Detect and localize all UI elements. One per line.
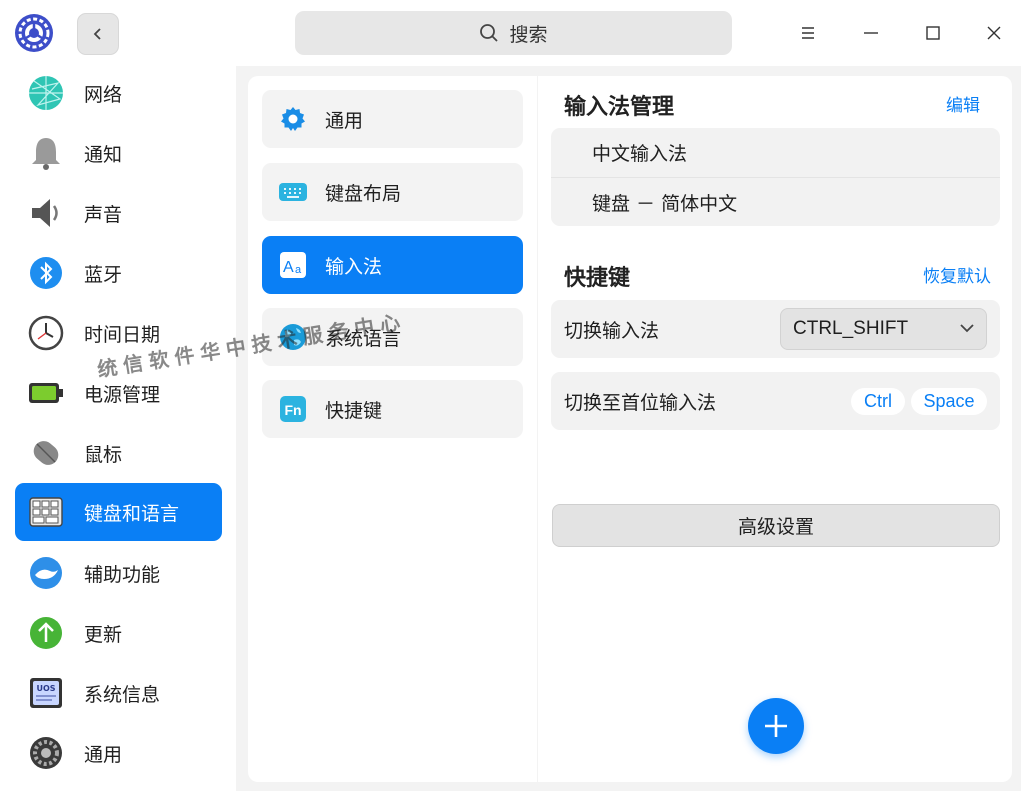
- battery-icon: [27, 374, 65, 412]
- general-icon: [27, 734, 65, 772]
- key-space[interactable]: Space: [911, 388, 987, 415]
- minimize-button[interactable]: [856, 18, 886, 48]
- list-item[interactable]: 键盘 － 简体中文: [551, 177, 1000, 226]
- svg-text:a: a: [295, 264, 302, 276]
- search-icon: [480, 24, 499, 42]
- keyboard-icon: [27, 493, 65, 531]
- add-input-method-button[interactable]: [748, 698, 804, 754]
- back-button[interactable]: [77, 13, 119, 55]
- submenu-item-label: 键盘布局: [325, 182, 402, 205]
- sidebar-item-system-info[interactable]: UOS 系统信息: [15, 664, 222, 722]
- svg-text:Fn: Fn: [284, 402, 301, 418]
- title-bar: 搜索: [0, 0, 1021, 66]
- switch-first-input-method-label: 切换至首位输入法: [564, 392, 717, 414]
- sidebar-item-label: 通用: [84, 743, 123, 766]
- menu-button[interactable]: [793, 18, 823, 48]
- edit-link[interactable]: 编辑: [946, 91, 980, 116]
- sidebar-item-update[interactable]: 更新: [15, 604, 222, 662]
- close-button[interactable]: [979, 18, 1009, 48]
- restore-default-link[interactable]: 恢复默认: [923, 262, 991, 287]
- sidebar-item-general[interactable]: 通用: [15, 724, 222, 782]
- input-method-icon: Aa: [279, 251, 307, 279]
- input-method-section-title: 输入法管理: [564, 95, 675, 120]
- minimize-icon: [864, 32, 878, 34]
- content-panel: 输入法管理 编辑 中文输入法 键盘 － 简体中文 快捷键 恢复默认 切换输入法 …: [538, 76, 1012, 782]
- sidebar-item-bluetooth[interactable]: 蓝牙: [15, 244, 222, 302]
- sidebar: 网络 通知 声音 蓝牙 时间日期 电源管理 鼠标 键盘和语言 辅助功能 更新 U…: [0, 66, 236, 791]
- list-item[interactable]: 中文输入法: [551, 128, 1000, 177]
- submenu-item-label: 系统语言: [325, 327, 402, 350]
- submenu-item-keyboard-layout[interactable]: 键盘布局: [262, 163, 523, 221]
- close-icon: [987, 26, 1001, 40]
- search-placeholder: 搜索: [509, 23, 548, 46]
- bluetooth-icon: [27, 254, 65, 292]
- system-info-icon: UOS: [27, 674, 65, 712]
- sidebar-item-label: 更新: [84, 623, 123, 646]
- sidebar-item-label: 电源管理: [84, 383, 161, 406]
- svg-text:UOS: UOS: [36, 684, 55, 693]
- sidebar-item-label: 系统信息: [84, 683, 161, 706]
- switch-input-method-label: 切换输入法: [564, 320, 660, 342]
- submenu-item-shortcuts[interactable]: Fn 快捷键: [262, 380, 523, 438]
- submenu-item-label: 通用: [325, 109, 364, 132]
- sidebar-item-label: 网络: [84, 83, 123, 106]
- submenu-item-system-language[interactable]: 系统语言: [262, 308, 523, 366]
- keyboard-layout-icon: [279, 178, 307, 206]
- switch-first-input-method-row: 切换至首位输入法 Ctrl Space: [551, 372, 1000, 430]
- sidebar-item-mouse[interactable]: 鼠标: [15, 424, 222, 482]
- sidebar-item-keyboard-language[interactable]: 键盘和语言: [15, 483, 222, 541]
- clock-icon: [27, 314, 65, 352]
- maximize-icon: [926, 26, 940, 40]
- input-method-list: 中文输入法 键盘 － 简体中文: [551, 128, 1000, 226]
- sidebar-item-network[interactable]: 网络: [15, 66, 222, 122]
- fn-key-icon: Fn: [279, 395, 307, 423]
- sidebar-item-label: 声音: [84, 203, 123, 226]
- update-icon: [27, 614, 65, 652]
- sidebar-item-notifications[interactable]: 通知: [15, 124, 222, 182]
- submenu-item-label: 输入法: [325, 255, 383, 278]
- chevron-down-icon: [960, 324, 974, 333]
- maximize-button[interactable]: [918, 18, 948, 48]
- chevron-left-icon: [93, 28, 101, 40]
- sidebar-item-label: 蓝牙: [84, 263, 123, 286]
- bell-icon: [27, 134, 65, 172]
- advanced-settings-button[interactable]: 高级设置: [552, 504, 1000, 547]
- sidebar-item-label: 鼠标: [84, 443, 123, 466]
- sidebar-item-label: 通知: [84, 143, 123, 166]
- settings-app-icon: [14, 13, 54, 53]
- switch-input-method-select[interactable]: CTRL_SHIFT: [780, 308, 987, 350]
- sidebar-item-label: 键盘和语言: [84, 502, 180, 525]
- sidebar-item-sound[interactable]: 声音: [15, 184, 222, 242]
- globe-icon: [279, 323, 307, 351]
- sidebar-item-datetime[interactable]: 时间日期: [15, 304, 222, 362]
- switch-input-method-value: CTRL_SHIFT: [793, 318, 909, 339]
- settings-window: 搜索 网络 通知 声音 蓝牙 时间日期 电源管理 鼠标 键盘和语言 辅助功能 更…: [0, 0, 1021, 791]
- accessibility-icon: [27, 554, 65, 592]
- gear-icon: [279, 105, 307, 133]
- key-ctrl[interactable]: Ctrl: [851, 388, 905, 415]
- sidebar-item-label: 时间日期: [84, 323, 161, 346]
- shortcut-section-title: 快捷键: [564, 266, 631, 291]
- switch-input-method-row: 切换输入法 CTRL_SHIFT: [551, 300, 1000, 358]
- menu-icon: [802, 27, 814, 39]
- sidebar-item-label: 辅助功能: [84, 563, 161, 586]
- search-box[interactable]: 搜索: [295, 11, 732, 55]
- svg-text:A: A: [283, 259, 294, 276]
- submenu-panel: 通用 键盘布局 Aa 输入法 系统语言 Fn 快捷键: [248, 76, 537, 782]
- submenu-item-general[interactable]: 通用: [262, 90, 523, 148]
- sidebar-item-power[interactable]: 电源管理: [15, 364, 222, 422]
- sidebar-item-accessibility[interactable]: 辅助功能: [15, 544, 222, 602]
- submenu-item-input-method[interactable]: Aa 输入法: [262, 236, 523, 294]
- speaker-icon: [27, 194, 65, 232]
- mouse-icon: [27, 434, 65, 472]
- network-icon: [27, 74, 65, 112]
- submenu-item-label: 快捷键: [325, 399, 383, 422]
- plus-icon: [765, 715, 787, 737]
